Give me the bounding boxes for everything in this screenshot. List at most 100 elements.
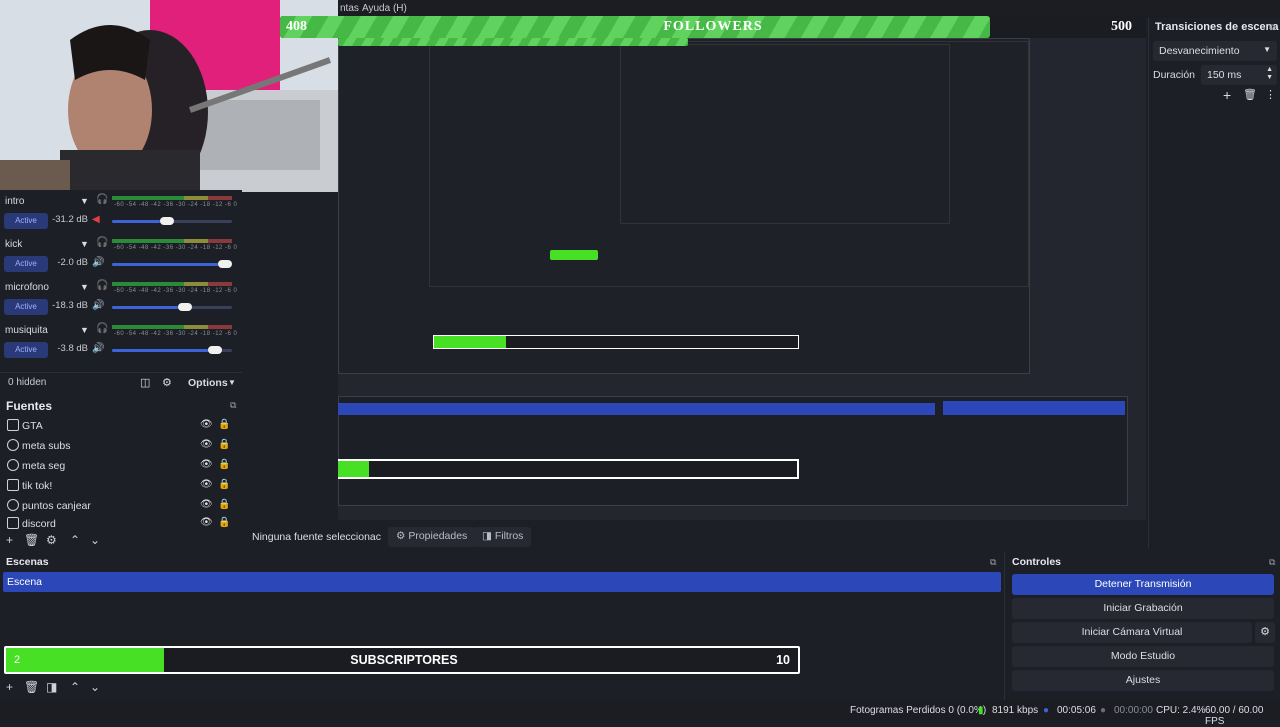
- filters-button[interactable]: ◨ Filtros: [474, 527, 532, 547]
- globe-icon: [7, 439, 19, 451]
- arrow-down-icon[interactable]: ⌄: [90, 533, 100, 547]
- chevron-down-icon[interactable]: ▼: [80, 282, 89, 292]
- filter-icon: ◨: [482, 530, 495, 542]
- volume-slider[interactable]: [112, 303, 232, 311]
- layout-icon[interactable]: ◫: [140, 376, 150, 389]
- preview-canvas[interactable]: [338, 38, 1146, 520]
- mixer-track-name: kick: [5, 239, 23, 250]
- arrow-down-icon[interactable]: ⌄: [90, 680, 100, 694]
- muted-speaker-icon[interactable]: ◀: [92, 214, 100, 225]
- scene-item[interactable]: Escena: [3, 572, 1001, 592]
- selection-bar: Ninguna fuente seleccionac ⚙ Propiedades…: [242, 524, 1148, 550]
- start-virtual-camera-button[interactable]: Iniciar Cámara Virtual: [1012, 622, 1252, 643]
- source-item[interactable]: meta seg 👁 🔒: [0, 456, 242, 476]
- headphones-icon[interactable]: 🎧: [96, 323, 108, 334]
- mixer-row-kick: kick ▼ 🎧 -60 -54 -48 -42 -36 -30 -24 -18…: [0, 233, 242, 276]
- controls-panel: Controles ⧉ Detener Transmisión Iniciar …: [1004, 552, 1280, 700]
- lock-icon[interactable]: 🔒: [218, 459, 230, 470]
- volume-slider[interactable]: [112, 346, 232, 354]
- headphones-icon[interactable]: 🎧: [96, 237, 108, 248]
- scenes-toolbar: + 🗑 ◨ ⌃ ⌄: [0, 680, 200, 696]
- filter-icon[interactable]: ◨: [46, 680, 57, 694]
- mixer-track-name: musiquita: [5, 325, 48, 336]
- duration-input[interactable]: 150 ms ▲ ▼: [1201, 65, 1277, 85]
- active-badge: Active: [4, 299, 48, 315]
- volume-slider[interactable]: [112, 260, 232, 268]
- meter-ticks: -60 -54 -48 -42 -36 -30 -24 -18 -12 -6 0: [114, 245, 238, 251]
- speaker-icon[interactable]: 🔊: [92, 257, 104, 268]
- meter-ticks: -60 -54 -48 -42 -36 -30 -24 -18 -12 -6 0: [114, 202, 238, 208]
- lock-icon[interactable]: 🔒: [218, 479, 230, 490]
- eye-icon[interactable]: 👁: [200, 459, 213, 470]
- headphones-icon[interactable]: 🎧: [96, 194, 108, 205]
- active-badge: Active: [4, 256, 48, 272]
- menu-help[interactable]: Ayuda (H): [362, 3, 407, 14]
- speaker-icon[interactable]: 🔊: [92, 343, 104, 354]
- trash-icon[interactable]: 🗑: [24, 680, 39, 694]
- popout-icon[interactable]: ⧉: [1269, 557, 1275, 568]
- volume-slider[interactable]: [112, 217, 232, 225]
- lock-icon[interactable]: 🔒: [218, 499, 230, 510]
- trash-icon[interactable]: 🗑: [1243, 88, 1257, 101]
- settings-button[interactable]: Ajustes: [1012, 670, 1274, 691]
- source-item[interactable]: meta subs 👁 🔒: [0, 436, 242, 456]
- preview-echo-2: [429, 41, 1029, 287]
- followers-goal-bar: 408 FOLLOWERS 500: [280, 16, 1146, 38]
- meter-ticks: -60 -54 -48 -42 -36 -30 -24 -18 -12 -6 0: [114, 331, 238, 337]
- popout-icon[interactable]: ⧉: [1269, 22, 1275, 33]
- eye-icon[interactable]: 👁: [200, 499, 213, 510]
- chevron-down-icon[interactable]: ▼: [80, 239, 89, 249]
- level-meter: [112, 282, 232, 286]
- transition-select[interactable]: Desvanecimiento ▼: [1153, 41, 1277, 61]
- gear-icon[interactable]: ⚙: [46, 533, 57, 547]
- add-icon[interactable]: +: [6, 680, 13, 694]
- gear-icon[interactable]: ⚙: [1255, 622, 1275, 643]
- lock-icon[interactable]: 🔒: [218, 517, 230, 528]
- hidden-count: 0 hidden: [8, 377, 47, 388]
- start-recording-button[interactable]: Iniciar Grabación: [1012, 598, 1274, 619]
- eye-icon[interactable]: 👁: [200, 419, 213, 430]
- stop-stream-button[interactable]: Detener Transmisión: [1012, 574, 1274, 595]
- eye-icon[interactable]: 👁: [200, 517, 213, 528]
- chevron-down-icon[interactable]: ▼: [228, 378, 236, 387]
- eye-icon[interactable]: 👁: [200, 439, 213, 450]
- popout-icon[interactable]: ⧉: [230, 400, 236, 411]
- gear-icon: ⚙: [396, 530, 409, 542]
- options-button[interactable]: Options: [188, 377, 228, 389]
- chevron-down-icon[interactable]: ▼: [80, 196, 89, 206]
- popout-icon[interactable]: ⧉: [990, 557, 996, 568]
- arrow-up-icon[interactable]: ⌃: [70, 680, 80, 694]
- source-item[interactable]: puntos canjear 👁 🔒: [0, 496, 242, 516]
- subs-title: SUBSCRIPTORES: [350, 653, 458, 667]
- source-label: meta seg: [22, 460, 66, 472]
- add-icon[interactable]: +: [6, 533, 13, 547]
- preview-echo-1: [338, 38, 1030, 374]
- mixer-row-musiquita: musiquita ▼ 🎧 -60 -54 -48 -42 -36 -30 -2…: [0, 319, 242, 362]
- source-item[interactable]: tik tok! 👁 🔒: [0, 476, 242, 496]
- active-badge: Active: [4, 213, 48, 229]
- level-meter: [112, 239, 232, 243]
- lock-icon[interactable]: 🔒: [218, 439, 230, 450]
- window-icon: [7, 517, 19, 529]
- source-label: GTA: [22, 420, 43, 432]
- preview-echo-bottom: [338, 396, 1128, 506]
- sources-title: Fuentes: [6, 399, 53, 413]
- source-item[interactable]: GTA 👁 🔒: [0, 416, 242, 436]
- speaker-icon[interactable]: 🔊: [92, 300, 104, 311]
- arrow-up-icon[interactable]: ⌃: [70, 533, 80, 547]
- chevron-down-icon[interactable]: ▼: [80, 325, 89, 335]
- dropped-frames: Fotogramas Perdidos 0 (0.0%): [850, 705, 987, 716]
- fps: 60.00 / 60.00 FPS: [1205, 705, 1264, 727]
- more-icon[interactable]: ⋮: [1265, 88, 1276, 101]
- properties-button[interactable]: ⚙ Propiedades: [388, 527, 476, 547]
- add-icon[interactable]: +: [1223, 87, 1231, 103]
- menu-tools[interactable]: ntas: [340, 3, 359, 14]
- trash-icon[interactable]: 🗑: [24, 533, 39, 547]
- headphones-icon[interactable]: 🎧: [96, 280, 108, 291]
- lock-icon[interactable]: 🔒: [218, 419, 230, 430]
- source-label: discord: [22, 518, 56, 530]
- studio-mode-button[interactable]: Modo Estudio: [1012, 646, 1274, 667]
- source-item[interactable]: discord 👁 🔒: [0, 514, 242, 530]
- gear-icon[interactable]: ⚙: [162, 376, 172, 389]
- eye-icon[interactable]: 👁: [200, 479, 213, 490]
